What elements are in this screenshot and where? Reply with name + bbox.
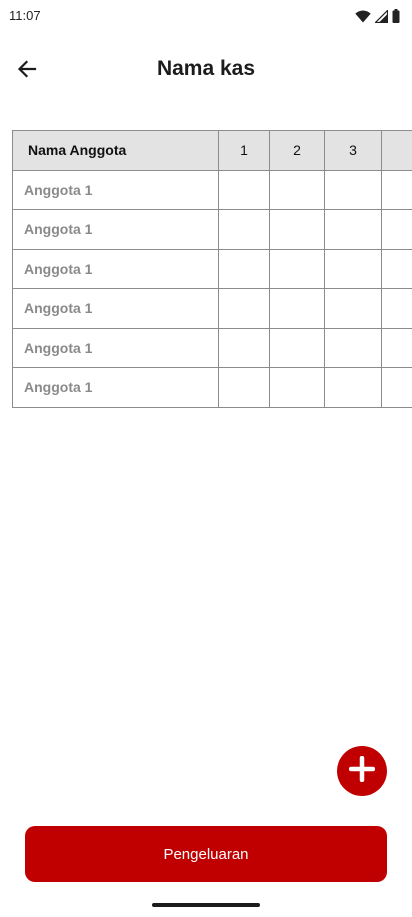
- payment-cell[interactable]: [381, 169, 412, 210]
- payment-cell[interactable]: [381, 209, 412, 250]
- payment-cell[interactable]: [269, 327, 325, 368]
- payment-cell[interactable]: [269, 209, 325, 250]
- payment-cell[interactable]: [381, 327, 412, 368]
- member-name-cell: Anggota 1: [12, 169, 219, 210]
- app-bar: Nama kas: [0, 50, 412, 90]
- payment-cell[interactable]: [381, 367, 412, 408]
- table-row: Anggota 1: [12, 169, 412, 210]
- plus-icon: [348, 755, 376, 787]
- payment-cell[interactable]: [324, 248, 382, 289]
- member-name-cell: Anggota 1: [12, 288, 219, 329]
- status-icons: [355, 8, 400, 24]
- payment-cell[interactable]: [269, 169, 325, 210]
- wifi-icon: [355, 10, 371, 23]
- payment-cell[interactable]: [218, 327, 270, 368]
- payment-cell[interactable]: [381, 248, 412, 289]
- home-indicator[interactable]: [152, 903, 260, 907]
- status-time: 11:07: [9, 8, 41, 23]
- payment-cell[interactable]: [324, 169, 382, 210]
- column-header-1: 1: [218, 130, 270, 171]
- payment-cell[interactable]: [324, 327, 382, 368]
- payment-cell[interactable]: [324, 367, 382, 408]
- payment-cell[interactable]: [218, 288, 270, 329]
- member-table-grid: Nama Anggota 1 2 3 Anggota 1 Anggota 1 A…: [12, 130, 412, 408]
- table-row: Anggota 1: [12, 367, 412, 408]
- payment-cell[interactable]: [269, 248, 325, 289]
- page-title: Nama kas: [156, 57, 256, 80]
- column-header-2: 2: [269, 130, 325, 171]
- payment-cell[interactable]: [269, 367, 325, 408]
- member-name-cell: Anggota 1: [12, 248, 219, 289]
- battery-icon: [392, 9, 400, 23]
- column-header-name: Nama Anggota: [12, 130, 219, 171]
- member-name-cell: Anggota 1: [12, 209, 219, 250]
- payment-cell[interactable]: [218, 169, 270, 210]
- table-header-row: Nama Anggota 1 2 3: [12, 130, 412, 171]
- payment-cell[interactable]: [381, 288, 412, 329]
- add-button[interactable]: [337, 746, 387, 796]
- table-row: Anggota 1: [12, 327, 412, 368]
- payment-cell[interactable]: [324, 209, 382, 250]
- status-bar: 11:07: [0, 0, 412, 32]
- payment-cell[interactable]: [218, 367, 270, 408]
- payment-cell[interactable]: [218, 248, 270, 289]
- payment-cell[interactable]: [269, 288, 325, 329]
- member-table[interactable]: Nama Anggota 1 2 3 Anggota 1 Anggota 1 A…: [12, 130, 412, 410]
- member-name-cell: Anggota 1: [12, 327, 219, 368]
- payment-cell[interactable]: [324, 288, 382, 329]
- pengeluaran-button[interactable]: Pengeluaran: [25, 826, 387, 882]
- table-row: Anggota 1: [12, 288, 412, 329]
- payment-cell[interactable]: [218, 209, 270, 250]
- table-row: Anggota 1: [12, 248, 412, 289]
- column-header-4: [381, 130, 412, 171]
- member-name-cell: Anggota 1: [12, 367, 219, 408]
- signal-icon: [375, 9, 388, 23]
- table-row: Anggota 1: [12, 209, 412, 250]
- column-header-3: 3: [324, 130, 382, 171]
